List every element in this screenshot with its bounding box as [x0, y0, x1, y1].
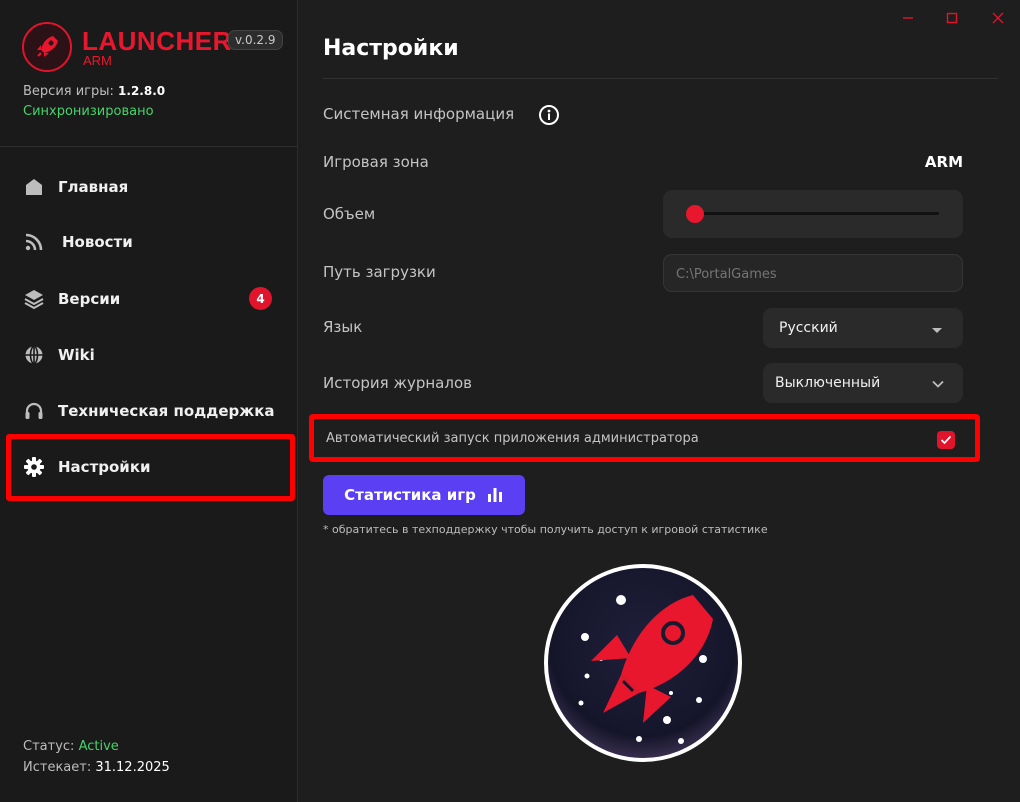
- volume-slider-track[interactable]: [687, 212, 939, 215]
- sidebar-item-support[interactable]: Техническая поддержка: [12, 389, 292, 433]
- download-path-input[interactable]: [676, 264, 946, 284]
- account-expires-value: 31.12.2025: [95, 760, 170, 775]
- rocket-logo-icon: [37, 36, 58, 57]
- rocket-illustration: [544, 564, 742, 762]
- sync-status: Синхронизировано: [23, 104, 154, 119]
- checkmark-icon: [940, 435, 952, 445]
- chevron-down-icon: [931, 376, 945, 395]
- sidebar-divider: [0, 146, 298, 147]
- system-info-label: Системная информация: [323, 105, 515, 123]
- layers-icon: [22, 287, 46, 311]
- account-expires-label: Истекает:: [23, 760, 92, 775]
- sidebar-item-wiki[interactable]: Wiki: [12, 333, 292, 377]
- minimize-button[interactable]: [898, 8, 918, 28]
- maximize-button[interactable]: [942, 8, 962, 28]
- caret-down-icon: [931, 321, 943, 340]
- volume-slider-container: [663, 190, 963, 238]
- info-icon: [539, 105, 559, 125]
- sidebar-item-label: Новости: [62, 233, 133, 251]
- language-select-value: Русский: [779, 320, 838, 336]
- log-history-select-value: Выключенный: [775, 375, 881, 391]
- sidebar-item-home[interactable]: Главная: [12, 165, 292, 209]
- game-version-value: 1.2.8.0: [118, 84, 166, 98]
- bar-chart-icon: [487, 488, 502, 502]
- account-expires: Истекает: 31.12.2025: [23, 760, 170, 775]
- game-stats-button[interactable]: Статистика игр: [323, 475, 525, 515]
- account-status-value: Active: [78, 739, 119, 754]
- launcher-version-badge: v.0.2.9: [228, 30, 283, 50]
- log-history-select[interactable]: Выключенный: [763, 363, 963, 403]
- game-version: Версия игры: 1.2.8.0: [23, 84, 165, 99]
- sidebar-item-label: Техническая поддержка: [58, 402, 275, 420]
- download-path-field[interactable]: [663, 254, 963, 292]
- sidebar-item-news[interactable]: Новости: [12, 220, 292, 264]
- game-stats-button-label: Статистика игр: [344, 486, 476, 504]
- volume-slider-handle[interactable]: [685, 205, 704, 223]
- sidebar: LAUNCHER ARM v.0.2.9 Версия игры: 1.2.8.…: [0, 0, 298, 802]
- launcher-logo: [22, 22, 72, 72]
- page-title: Настройки: [323, 36, 459, 61]
- language-select[interactable]: Русский: [763, 308, 963, 348]
- sidebar-item-label: Wiki: [58, 346, 95, 364]
- versions-count-badge: 4: [249, 287, 272, 310]
- rss-icon: [22, 230, 46, 254]
- game-zone-value: ARM: [924, 153, 963, 171]
- maximize-icon: [946, 12, 958, 24]
- sidebar-item-versions[interactable]: Версии 4: [12, 277, 292, 321]
- close-icon: [992, 12, 1004, 24]
- settings-highlight-frame: [6, 434, 295, 501]
- account-status-label: Статус:: [23, 739, 75, 754]
- globe-icon: [22, 343, 46, 367]
- auto-launch-admin-row: Автоматический запуск приложения админис…: [309, 414, 980, 462]
- game-zone-label: Игровая зона: [323, 153, 429, 171]
- language-label: Язык: [323, 318, 363, 336]
- log-history-label: История журналов: [323, 374, 472, 392]
- sidebar-item-label: Версии: [58, 290, 121, 308]
- home-icon: [22, 175, 46, 199]
- auto-launch-admin-checkbox[interactable]: [937, 431, 955, 449]
- minimize-icon: [903, 17, 913, 19]
- stats-footnote: * обратитесь в техподдержку чтобы получи…: [323, 523, 768, 536]
- sidebar-item-label: Главная: [58, 178, 129, 196]
- close-button[interactable]: [988, 8, 1008, 28]
- headset-icon: [22, 399, 46, 423]
- volume-label: Объем: [323, 205, 376, 223]
- download-path-label: Путь загрузки: [323, 263, 436, 281]
- account-status: Статус: Active: [23, 739, 119, 754]
- brand-sub: ARM: [83, 53, 112, 68]
- title-divider: [323, 78, 998, 79]
- auto-launch-admin-label: Автоматический запуск приложения админис…: [326, 431, 699, 446]
- system-info-button[interactable]: [538, 104, 560, 130]
- game-version-label: Версия игры:: [23, 84, 114, 99]
